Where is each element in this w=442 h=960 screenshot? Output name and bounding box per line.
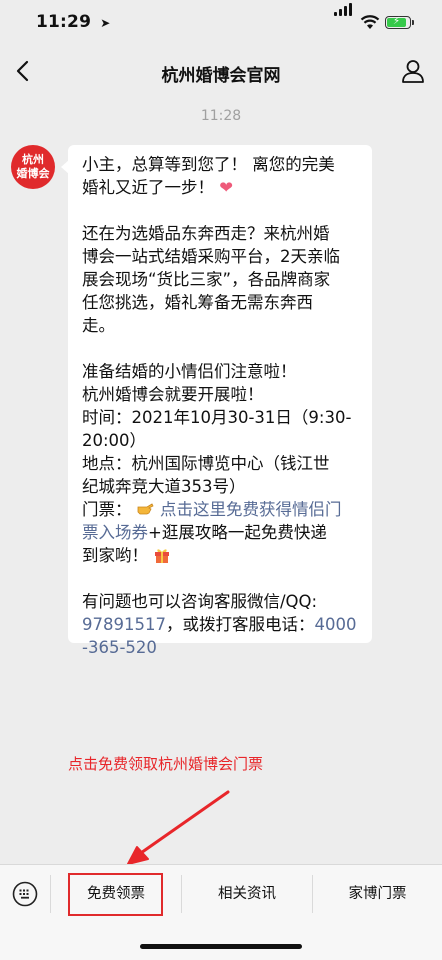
ticket-label: 门票： <box>82 500 132 519</box>
gift-icon <box>155 549 170 563</box>
highlight-box <box>68 873 163 916</box>
message-line: 时间：2021年10月30-31日（9:30- <box>82 408 352 427</box>
avatar-text-line2: 婚博会 <box>16 167 50 180</box>
clock-text: 11:29 <box>36 12 92 32</box>
message-bubble: 小主，总算等到您了！ 离您的完美 婚礼又近了一步！ ❤ 还在为选婚品东奔西走？来… <box>61 145 372 657</box>
menu-item-related-news[interactable]: 相关资讯 <box>182 865 312 923</box>
message-line: 票入场券+逛展攻略一起免费快递 <box>82 521 362 544</box>
avatar[interactable]: 杭州 婚博会 <box>11 145 55 189</box>
ticket-link[interactable]: 票入场券 <box>82 523 148 542</box>
message-text: +逛展攻略一起免费快递 <box>148 523 327 542</box>
message-line: 展会现场“货比三家”，各品牌商家 <box>82 270 331 289</box>
pointing-hand-icon <box>137 503 154 515</box>
nav-bar: 杭州婚博会官网 <box>0 46 442 98</box>
message-line: -365-520 <box>82 636 362 659</box>
wifi-icon <box>360 15 380 29</box>
message-line: 有问题也可以咨询客服微信/QQ: <box>82 592 318 611</box>
menu-item-home-expo-ticket[interactable]: 家博门票 <box>313 865 442 923</box>
status-time: 11:29 ➤ <box>36 12 111 32</box>
location-arrow-icon: ➤ <box>100 16 111 30</box>
message-line: 地点：杭州国际博览中心（钱江世 <box>82 454 330 473</box>
qq-link[interactable]: 97891517 <box>82 615 166 634</box>
message-line: 到家哟！ <box>82 544 362 567</box>
message-line: 博会一站式结婚采购平台，2天亲临 <box>82 247 340 266</box>
message-line: 门票： 点击这里免费获得情侣门 <box>82 498 362 521</box>
charging-bolt-icon: ⚡ <box>393 16 401 27</box>
message-line: 杭州婚博会就要开展啦！ <box>82 385 264 404</box>
message-text: 到家哟！ <box>82 546 148 565</box>
message-line: 小主，总算等到您了！ 离您的完美 <box>82 155 335 174</box>
phone-link[interactable]: 4000 <box>314 615 356 634</box>
message-line: 纪城奔竞大道353号） <box>82 477 246 496</box>
annotation-text: 点击免费领取杭州婚博会门票 <box>68 755 264 773</box>
keyboard-icon[interactable] <box>12 881 38 907</box>
message-text: ，或拨打客服电话： <box>165 615 315 634</box>
message-line: 任您挑选，婚礼筹备无需东奔西 <box>82 293 313 312</box>
heart-icon: ❤ <box>219 178 234 197</box>
message-line: 20:00） <box>82 431 147 450</box>
message-line: 婚礼又近了一步！ ❤ <box>82 176 362 199</box>
chat-timestamp: 11:28 <box>200 108 242 124</box>
message-line: 97891517，或拨打客服电话：4000 <box>82 613 362 636</box>
message-text: 婚礼又近了一步！ <box>82 178 214 197</box>
status-bar: 11:29 ➤ ⚡ <box>0 0 442 46</box>
message-line: 准备结婚的小情侣们注意啦！ <box>82 362 297 381</box>
page-title: 杭州婚博会官网 <box>161 66 281 86</box>
phone-link[interactable]: -365-520 <box>82 638 157 657</box>
battery-charging-icon: ⚡ <box>385 16 414 29</box>
ticket-link[interactable]: 点击这里免费获得情侣门 <box>160 500 342 519</box>
home-indicator[interactable] <box>140 944 302 949</box>
avatar-text-line1: 杭州 <box>22 153 44 166</box>
message-line: 走。 <box>82 316 115 335</box>
message-line: 还在为选婚品东奔西走？来杭州婚 <box>82 224 330 243</box>
person-icon[interactable] <box>400 58 426 84</box>
